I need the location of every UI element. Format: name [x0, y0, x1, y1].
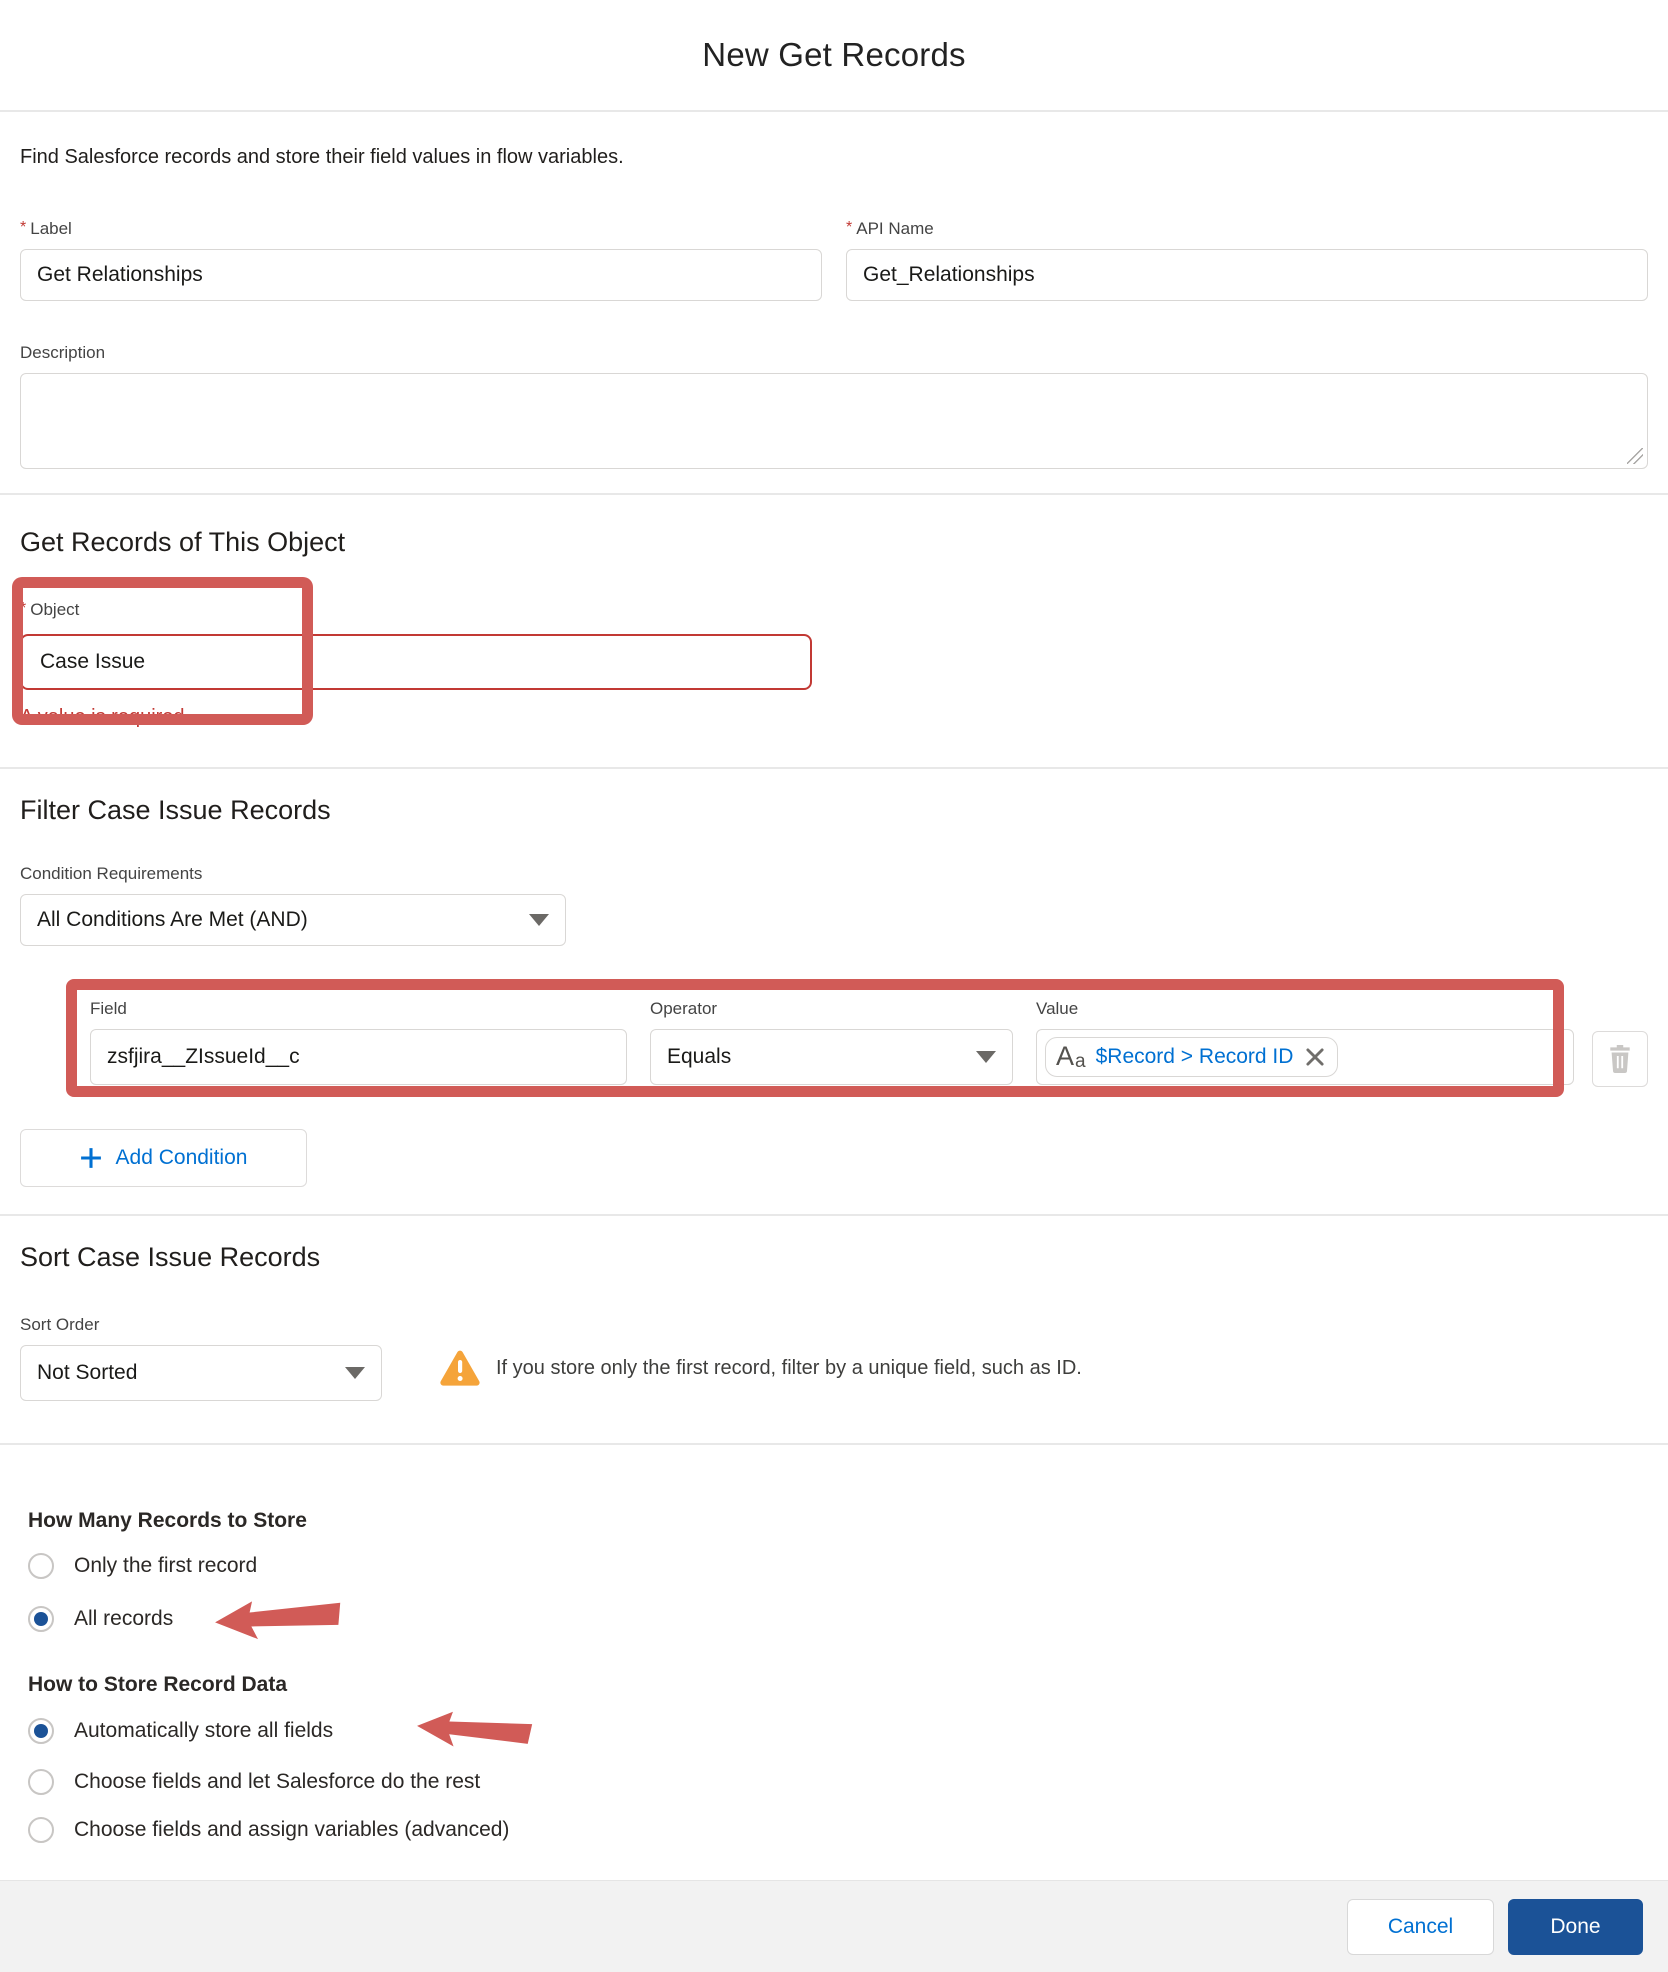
- condition-field-input[interactable]: zsfjira__ZIssueId__c: [90, 1029, 627, 1085]
- radio-option-all-records[interactable]: All records: [28, 1597, 1648, 1641]
- text-type-icon: Aa: [1056, 1043, 1086, 1071]
- chevron-down-icon: [976, 1051, 996, 1063]
- condition-requirements-label: Condition Requirements: [20, 864, 1648, 884]
- object-input[interactable]: Case Issue: [20, 634, 812, 690]
- radio-button[interactable]: [28, 1553, 54, 1579]
- condition-value-input[interactable]: Aa $Record > Record ID: [1036, 1029, 1574, 1085]
- api-name-input[interactable]: Get_Relationships: [846, 249, 1648, 301]
- plus-icon: [80, 1147, 102, 1169]
- label-field-group: *Label Get Relationships: [20, 219, 822, 301]
- object-section-heading: Get Records of This Object: [20, 527, 1648, 558]
- chevron-down-icon: [529, 914, 549, 926]
- value-resource-pill[interactable]: Aa $Record > Record ID: [1045, 1037, 1338, 1077]
- annotation-arrow-store-all-fields: [414, 1706, 537, 1756]
- api-name-field-group: *API Name Get_Relationships: [846, 219, 1648, 301]
- radio-option-choose-fields-salesforce[interactable]: Choose fields and let Salesforce do the …: [28, 1765, 1648, 1799]
- delete-condition-button[interactable]: [1592, 1031, 1648, 1087]
- description-field-label: Description: [20, 343, 1648, 363]
- radio-button-selected[interactable]: [28, 1606, 54, 1632]
- sort-order-select[interactable]: Not Sorted: [20, 1345, 382, 1401]
- object-field-group: *Object Case Issue A value is required.: [20, 600, 812, 729]
- required-asterisk: *: [20, 219, 26, 236]
- condition-value-group: Value Aa $Record > Record ID: [1036, 999, 1574, 1085]
- sort-order-label: Sort Order: [20, 1315, 1648, 1335]
- condition-operator-group: Operator Equals: [650, 999, 1013, 1085]
- field-column-label: Field: [90, 999, 127, 1018]
- store-options-section: How Many Records to Store Only the first…: [20, 1509, 1648, 1847]
- new-get-records-dialog: New Get Records Find Salesforce records …: [0, 0, 1668, 1972]
- object-field-label: *Object: [20, 600, 812, 620]
- close-icon[interactable]: [1305, 1047, 1325, 1067]
- description-field-group: Description: [20, 343, 1648, 469]
- cancel-button[interactable]: Cancel: [1347, 1899, 1494, 1955]
- condition-operator-select[interactable]: Equals: [650, 1029, 1013, 1085]
- value-column-label: Value: [1036, 999, 1078, 1018]
- chevron-down-icon: [345, 1367, 365, 1379]
- operator-column-label: Operator: [650, 999, 717, 1018]
- api-name-field-label: *API Name: [846, 219, 1648, 239]
- section-divider: [0, 493, 1668, 495]
- sort-warning: If you store only the first record, filt…: [440, 1350, 1082, 1386]
- label-input[interactable]: Get Relationships: [20, 249, 822, 301]
- section-divider: [0, 767, 1668, 769]
- filter-section-heading: Filter Case Issue Records: [20, 795, 1648, 826]
- sort-warning-text: If you store only the first record, filt…: [496, 1357, 1082, 1380]
- section-divider: [0, 1214, 1668, 1216]
- annotation-arrow-all-records: [212, 1594, 346, 1645]
- required-asterisk: *: [20, 600, 26, 617]
- radio-button[interactable]: [28, 1817, 54, 1843]
- sort-section-heading: Sort Case Issue Records: [20, 1242, 1648, 1273]
- condition-field-group: Field zsfjira__ZIssueId__c: [90, 999, 627, 1085]
- done-button[interactable]: Done: [1508, 1899, 1643, 1955]
- radio-option-automatically-store-all-fields[interactable]: Automatically store all fields: [28, 1711, 1648, 1751]
- radio-button[interactable]: [28, 1769, 54, 1795]
- trash-icon: [1607, 1045, 1633, 1073]
- condition-row: Field zsfjira__ZIssueId__c Operator Equa…: [20, 999, 1648, 1087]
- radio-button-selected[interactable]: [28, 1718, 54, 1744]
- radio-option-choose-fields-advanced[interactable]: Choose fields and assign variables (adva…: [28, 1813, 1648, 1847]
- dialog-header: New Get Records: [0, 0, 1668, 112]
- description-textarea[interactable]: [20, 373, 1648, 469]
- how-to-store-heading: How to Store Record Data: [28, 1673, 1648, 1697]
- value-resource-link[interactable]: $Record > Record ID: [1096, 1045, 1294, 1069]
- how-many-records-heading: How Many Records to Store: [28, 1509, 1648, 1533]
- warning-icon: [440, 1350, 480, 1386]
- condition-requirements-select[interactable]: All Conditions Are Met (AND): [20, 894, 566, 946]
- add-condition-button[interactable]: Add Condition: [20, 1129, 307, 1187]
- dialog-footer: Cancel Done: [0, 1880, 1668, 1972]
- section-divider: [0, 1443, 1668, 1445]
- required-asterisk: *: [846, 219, 852, 236]
- page-title: New Get Records: [702, 36, 965, 74]
- dialog-description-text: Find Salesforce records and store their …: [20, 146, 1648, 169]
- radio-option-only-first-record[interactable]: Only the first record: [28, 1549, 1648, 1583]
- resize-handle-icon[interactable]: [1627, 448, 1643, 464]
- object-error-message: A value is required.: [20, 706, 812, 729]
- label-field-label: *Label: [20, 219, 822, 239]
